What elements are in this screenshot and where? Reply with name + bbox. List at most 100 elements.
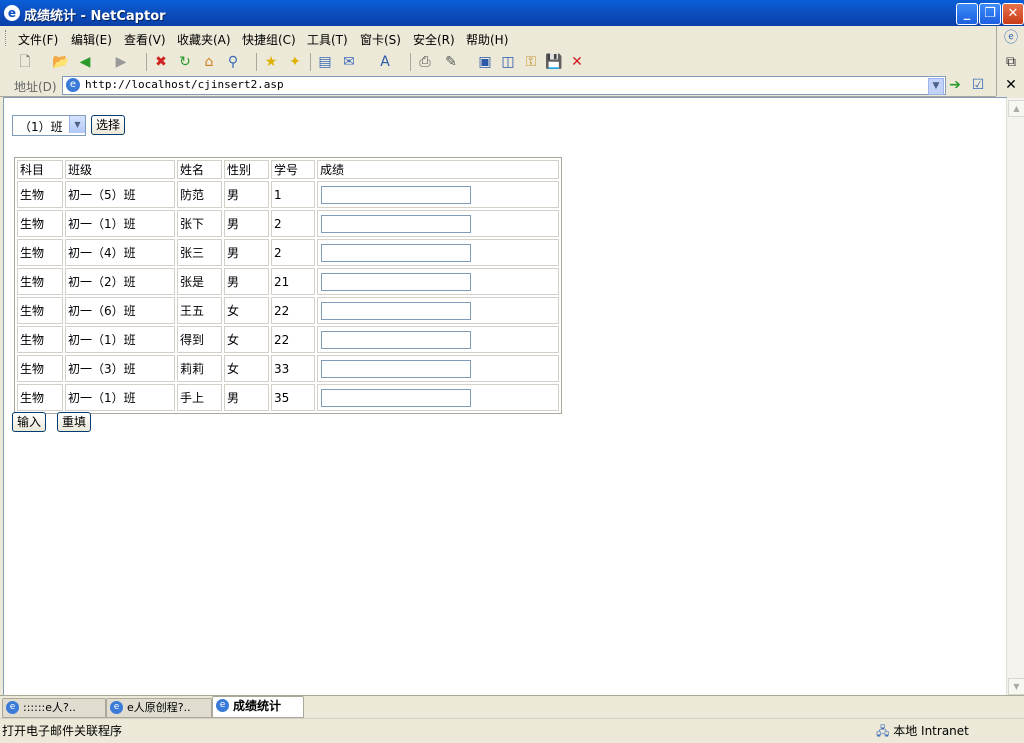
cell-score <box>317 181 559 208</box>
tab-e-people-original[interactable]: e e人原创程?.. <box>106 698 212 718</box>
title-bar: e 成绩统计 - NetCaptor _ ❐ ✕ <box>0 0 1024 26</box>
page-icon[interactable]: ▣ <box>476 53 494 71</box>
score-input[interactable] <box>321 243 471 262</box>
header-subject: 科目 <box>17 160 63 179</box>
vertical-scrollbar[interactable]: ▲ ▼ <box>1006 98 1024 695</box>
ie-page-icon: e <box>110 701 123 714</box>
cell-gender: 男 <box>224 181 269 208</box>
tab-label: ::::::e人?.. <box>23 701 76 714</box>
cell-name: 莉莉 <box>177 355 222 382</box>
address-url[interactable]: http://localhost/cjinsert2.asp <box>85 78 284 91</box>
minimize-button[interactable]: _ <box>956 3 978 25</box>
favorites-icon[interactable]: ★ <box>262 53 280 71</box>
right-toolbar: ⓔ ⧉ ✕ <box>996 26 1024 96</box>
tab-label: 成绩统计 <box>233 699 282 713</box>
address-input[interactable]: e http://localhost/cjinsert2.asp ▼ <box>62 76 946 95</box>
toolbar-separator <box>256 53 257 71</box>
sidebar-icon[interactable]: ▤ <box>316 53 334 71</box>
go-icon[interactable]: ➔ <box>946 76 964 94</box>
table-row: 生物 初一（1）班 手上 男 35 <box>17 384 559 411</box>
address-dropdown-icon[interactable]: ▼ <box>928 78 944 95</box>
cell-subject: 生物 <box>17 297 63 324</box>
cell-class: 初一（4）班 <box>65 239 175 266</box>
cell-score <box>317 297 559 324</box>
score-input[interactable] <box>321 330 471 349</box>
score-input[interactable] <box>321 301 471 320</box>
netcaptor-app-icon: e <box>4 5 20 21</box>
tab-grade-statistics[interactable]: e 成绩统计 <box>212 696 304 718</box>
menu-groups[interactable]: 快捷组(C) <box>242 31 296 48</box>
cell-name: 王五 <box>177 297 222 324</box>
security-zone: 🖧 本地 Intranet <box>876 722 969 743</box>
page-content: （1）班 ▼ 选择 科目 班级 姓名 性别 学号 成绩 生物 初一（5）班 防范… <box>3 97 1007 697</box>
menu-file[interactable]: 文件(F) <box>18 31 58 48</box>
score-input[interactable] <box>321 272 471 291</box>
tab-e-people-forum[interactable]: e ::::::e人?.. <box>2 698 106 718</box>
go-options-icon[interactable]: ☑ <box>969 76 987 94</box>
restore-tab-icon[interactable]: ⧉ <box>1002 53 1020 71</box>
reset-button[interactable]: 重填 <box>57 412 92 432</box>
new-page-icon[interactable]: 🗋 <box>16 53 34 71</box>
back-icon[interactable]: ◀ <box>76 53 94 71</box>
close-window-button[interactable]: ✕ <box>1002 3 1024 25</box>
status-bar: 打开电子邮件关联程序 🖧 本地 Intranet <box>0 718 1024 743</box>
toolbar-separator <box>310 53 311 71</box>
score-input[interactable] <box>321 388 471 407</box>
key-icon[interactable]: ⚿ <box>522 53 540 71</box>
add-favorite-icon[interactable]: ✦ <box>286 53 304 71</box>
open-folder-icon[interactable]: 📂 <box>52 53 70 71</box>
score-input[interactable] <box>321 214 471 233</box>
menu-grip <box>5 30 8 46</box>
cell-score <box>317 355 559 382</box>
menu-window[interactable]: 窗卡(S) <box>360 31 401 48</box>
refresh-icon[interactable]: ↻ <box>176 53 194 71</box>
cell-subject: 生物 <box>17 355 63 382</box>
cell-subject: 生物 <box>17 326 63 353</box>
search-icon[interactable]: ⚲ <box>224 53 242 71</box>
score-input[interactable] <box>321 185 471 204</box>
score-input[interactable] <box>321 359 471 378</box>
cell-class: 初一（2）班 <box>65 268 175 295</box>
submit-button[interactable]: 输入 <box>12 412 47 432</box>
grades-table: 科目 班级 姓名 性别 学号 成绩 生物 初一（5）班 防范 男 1 生物 初一… <box>14 157 562 414</box>
menu-favorites[interactable]: 收藏夹(A) <box>177 31 231 48</box>
close-icon[interactable]: ✕ <box>568 53 586 71</box>
font-icon[interactable]: A <box>376 53 394 71</box>
cell-name: 张三 <box>177 239 222 266</box>
menu-security[interactable]: 安全(R) <box>413 31 455 48</box>
mail-icon[interactable]: ✉ <box>340 53 358 71</box>
window-icon[interactable]: ◫ <box>499 53 517 71</box>
save-icon[interactable]: 💾 <box>545 53 563 71</box>
close-tab-icon[interactable]: ✕ <box>1002 76 1020 94</box>
restore-button[interactable]: ❐ <box>979 3 1001 25</box>
select-button[interactable]: 选择 <box>91 115 126 135</box>
ie-page-icon: e <box>6 701 19 714</box>
cell-subject: 生物 <box>17 239 63 266</box>
scroll-up-icon[interactable]: ▲ <box>1008 100 1024 117</box>
scroll-down-icon[interactable]: ▼ <box>1008 678 1024 695</box>
home-icon[interactable]: ⌂ <box>200 53 218 71</box>
stop-icon[interactable]: ✖ <box>152 53 170 71</box>
cell-name: 手上 <box>177 384 222 411</box>
toolbar-separator <box>146 53 147 71</box>
ie-page-icon: e <box>66 78 80 92</box>
toolbar-separator <box>410 53 411 71</box>
menu-edit[interactable]: 编辑(E) <box>71 31 112 48</box>
class-select[interactable]: （1）班 ▼ <box>12 115 86 136</box>
chevron-down-icon[interactable]: ▼ <box>69 116 85 133</box>
header-name: 姓名 <box>177 160 222 179</box>
cell-subject: 生物 <box>17 268 63 295</box>
cell-subject: 生物 <box>17 210 63 237</box>
menu-help[interactable]: 帮助(H) <box>466 31 508 48</box>
menu-tools[interactable]: 工具(T) <box>307 31 348 48</box>
cell-score <box>317 239 559 266</box>
cell-name: 防范 <box>177 181 222 208</box>
forward-icon[interactable]: ▶ <box>112 53 130 71</box>
header-class: 班级 <box>65 160 175 179</box>
cell-student-id: 22 <box>271 326 315 353</box>
cell-class: 初一（1）班 <box>65 210 175 237</box>
edit-icon[interactable]: ✎ <box>442 53 460 71</box>
print-icon[interactable]: ⎙ <box>416 53 434 71</box>
menu-view[interactable]: 查看(V) <box>124 31 166 48</box>
cell-name: 得到 <box>177 326 222 353</box>
